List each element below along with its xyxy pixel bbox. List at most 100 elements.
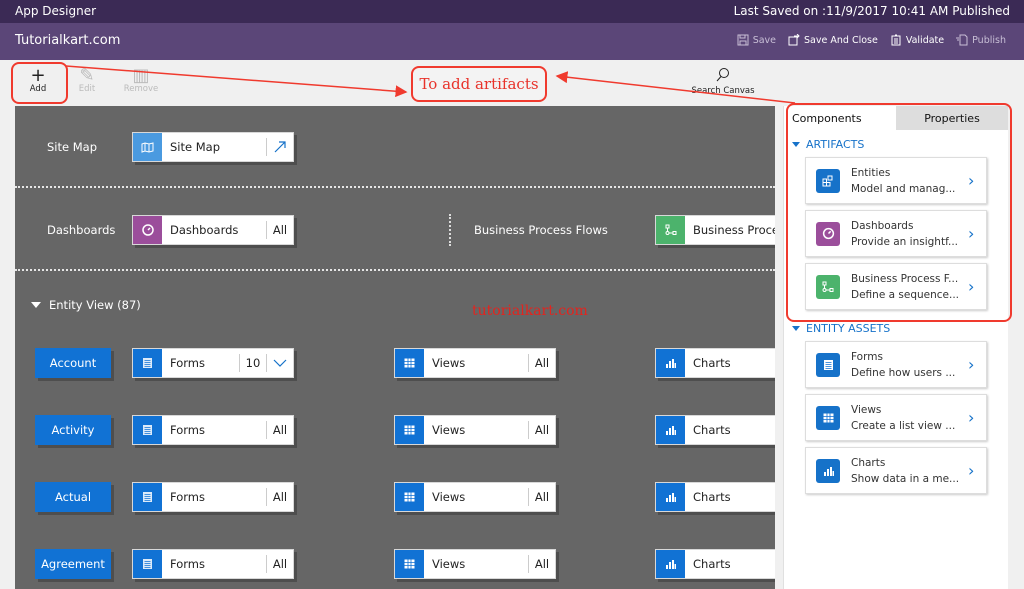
views-tile-label: Views [432, 557, 466, 571]
charts-icon [656, 349, 685, 377]
forms-count[interactable]: 10 [240, 349, 266, 377]
forms-tile[interactable]: Forms All [132, 415, 294, 445]
forms-icon [133, 349, 162, 377]
dashboards-tile-label: Dashboards [170, 223, 239, 237]
views-tile[interactable]: Views All [394, 348, 556, 378]
entity-button[interactable]: Agreement [35, 549, 111, 579]
forms-tile[interactable]: Forms All [132, 549, 294, 579]
views-tile[interactable]: Views All [394, 482, 556, 512]
views-icon [395, 483, 424, 511]
collapse-triangle-icon [792, 326, 800, 331]
entity-assets-title: ENTITY ASSETS [806, 322, 891, 335]
add-annotation-box [11, 62, 68, 104]
charts-tile-label: Charts [693, 557, 731, 571]
component-card[interactable]: Forms Define how users ... › [805, 341, 987, 388]
views-tile-label: Views [432, 490, 466, 504]
vertical-divider [449, 214, 451, 246]
card-description: Define how users ... [851, 366, 956, 379]
map-icon [133, 133, 162, 161]
views-icon [816, 405, 840, 430]
validate-button[interactable]: Validate [890, 34, 944, 46]
card-description: Show data in a me... [851, 472, 960, 485]
save-button[interactable]: Save [737, 34, 776, 46]
card-description: Create a list view ... [851, 419, 956, 432]
views-count[interactable]: All [529, 416, 555, 444]
publish-button[interactable]: Publish [956, 34, 1006, 46]
forms-count[interactable]: All [267, 550, 293, 578]
dashboards-section-label: Dashboards [47, 223, 116, 237]
views-tile-label: Views [432, 356, 466, 370]
chevron-right-icon[interactable]: › [968, 355, 986, 374]
card-text: Views Create a list view ... [851, 402, 968, 434]
entity-button[interactable]: Account [35, 348, 111, 378]
remove-button[interactable]: ▥ Remove [116, 65, 166, 95]
forms-icon [133, 483, 162, 511]
component-card[interactable]: Charts Show data in a me... › [805, 447, 987, 494]
app-name: Tutorialkart.com [15, 33, 121, 48]
views-count[interactable]: All [529, 483, 555, 511]
validate-label: Validate [905, 34, 945, 46]
annotation-callout: To add artifacts [411, 66, 547, 102]
forms-tile[interactable]: Forms 10 [132, 348, 294, 378]
app-bar: Tutorialkart.com Save Save And Close Val… [0, 23, 1024, 60]
views-tile[interactable]: Views All [394, 415, 556, 445]
card-title: Charts [851, 456, 886, 469]
dashboards-tile[interactable]: Dashboards All [132, 215, 294, 245]
charts-tile[interactable]: Charts [655, 348, 775, 378]
site-map-tile[interactable]: Site Map [132, 132, 294, 162]
chevron-right-icon[interactable]: › [968, 461, 986, 480]
views-count[interactable]: All [529, 349, 555, 377]
forms-icon [133, 550, 162, 578]
chevron-down-icon[interactable] [267, 349, 293, 377]
section-divider [15, 269, 775, 271]
forms-count[interactable]: All [267, 416, 293, 444]
open-site-map-icon[interactable] [267, 133, 293, 161]
charts-tile-label: Charts [693, 356, 731, 370]
save-status: Last Saved on :11/9/2017 10:41 AM Publis… [733, 4, 1010, 18]
charts-tile-label: Charts [693, 423, 731, 437]
collapse-triangle-icon [31, 302, 41, 308]
designer-canvas[interactable]: Site Map Site Map Dashboards Dashboards … [15, 106, 775, 589]
search-canvas-button[interactable]: Search Canvas [688, 67, 758, 96]
forms-count[interactable]: All [267, 483, 293, 511]
entity-button[interactable]: Actual [35, 482, 111, 512]
views-tile[interactable]: Views All [394, 549, 556, 579]
edit-button[interactable]: ✎ Edit [62, 65, 112, 95]
site-map-tile-label: Site Map [170, 140, 221, 154]
dashboards-count[interactable]: All [267, 216, 293, 244]
search-canvas-label: Search Canvas [691, 86, 755, 96]
component-card[interactable]: Views Create a list view ... › [805, 394, 987, 441]
save-and-close-button[interactable]: Save And Close [788, 34, 878, 46]
validate-icon [891, 34, 901, 46]
remove-label: Remove [123, 84, 159, 94]
entity-assets-group-header[interactable]: ENTITY ASSETS [792, 322, 1008, 335]
save-and-close-label: Save And Close [804, 34, 878, 46]
charts-tile[interactable]: Charts [655, 415, 775, 445]
card-text: Forms Define how users ... [851, 349, 968, 381]
charts-tile[interactable]: Charts [655, 549, 775, 579]
pencil-icon: ✎ [79, 65, 95, 86]
charts-tile[interactable]: Charts [655, 482, 775, 512]
artifacts-annotation-box [786, 103, 1012, 322]
flow-icon [656, 216, 685, 244]
chevron-right-icon[interactable]: › [968, 408, 986, 427]
views-icon [395, 550, 424, 578]
bpf-tile[interactable]: Business Proces... [655, 215, 775, 245]
watermark: tutorialkart.com [472, 303, 588, 319]
bpf-tile-label: Business Proces... [693, 223, 775, 237]
trash-icon: ▥ [132, 65, 150, 86]
entity-view-toggle[interactable]: Entity View (87) [31, 298, 141, 312]
entity-view-label: Entity View (87) [49, 298, 141, 312]
save-label: Save [752, 34, 777, 46]
views-count[interactable]: All [529, 550, 555, 578]
site-map-section-label: Site Map [47, 140, 98, 154]
section-divider [15, 186, 775, 188]
forms-tile[interactable]: Forms All [132, 482, 294, 512]
charts-tile-label: Charts [693, 490, 731, 504]
forms-icon [133, 416, 162, 444]
publish-label: Publish [972, 34, 1006, 46]
forms-tile-label: Forms [170, 557, 205, 571]
search-icon [716, 68, 729, 82]
entity-button[interactable]: Activity [35, 415, 111, 445]
views-tile-label: Views [432, 423, 466, 437]
